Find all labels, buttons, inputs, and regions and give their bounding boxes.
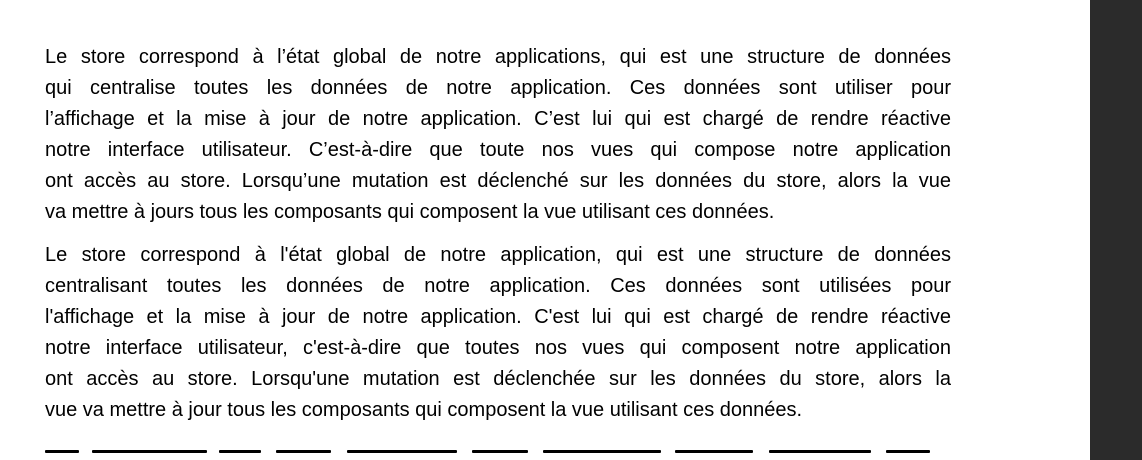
paragraph-line: ont accès au store. Lorsqu’une mutation … <box>45 170 951 192</box>
paragraph-line: vue va mettre à jour tous les composants… <box>45 399 803 421</box>
clipped-glyph-stroke <box>543 450 661 453</box>
document-text: Le store correspond à l’état global de n… <box>45 42 951 426</box>
clipped-glyph-stroke <box>92 450 207 453</box>
document-viewer: Le store correspond à l’état global de n… <box>0 0 1142 460</box>
clipped-glyph-stroke <box>886 450 930 453</box>
paragraph-line: Le store correspond à l’état global de n… <box>45 46 951 68</box>
right-dark-panel <box>1090 0 1142 460</box>
paragraph-line: Le store correspond à l'état global de n… <box>45 244 951 266</box>
clipped-glyph-stroke <box>347 450 457 453</box>
clipped-text-line <box>45 446 951 460</box>
clipped-glyph-stroke <box>472 450 528 453</box>
clipped-glyph-stroke <box>276 450 331 453</box>
paragraph-line: qui centralise toutes les données de not… <box>45 77 951 99</box>
clipped-glyph-stroke <box>45 450 79 453</box>
paragraph-line: ont accès au store. Lorsqu'une mutation … <box>45 368 951 390</box>
clipped-glyph-stroke <box>219 450 261 453</box>
paragraph-line: notre interface utilisateur, c'est-à-dir… <box>45 337 951 359</box>
clipped-glyph-stroke <box>769 450 871 453</box>
paragraph-corrected: Le store correspond à l'état global de n… <box>45 240 951 426</box>
paragraph-line: l'affichage et la mise à jour de notre a… <box>45 306 951 328</box>
paragraph-original: Le store correspond à l’état global de n… <box>45 42 951 228</box>
clipped-glyph-stroke <box>675 450 753 453</box>
paragraph-line: centralisant toutes les données de notre… <box>45 275 951 297</box>
paragraph-line: va mettre à jours tous les composants qu… <box>45 201 775 223</box>
document-page: Le store correspond à l’état global de n… <box>0 0 1090 460</box>
paragraph-line: l’affichage et la mise à jour de notre a… <box>45 108 951 130</box>
paragraph-line: notre interface utilisateur. C’est-à-dir… <box>45 139 951 161</box>
